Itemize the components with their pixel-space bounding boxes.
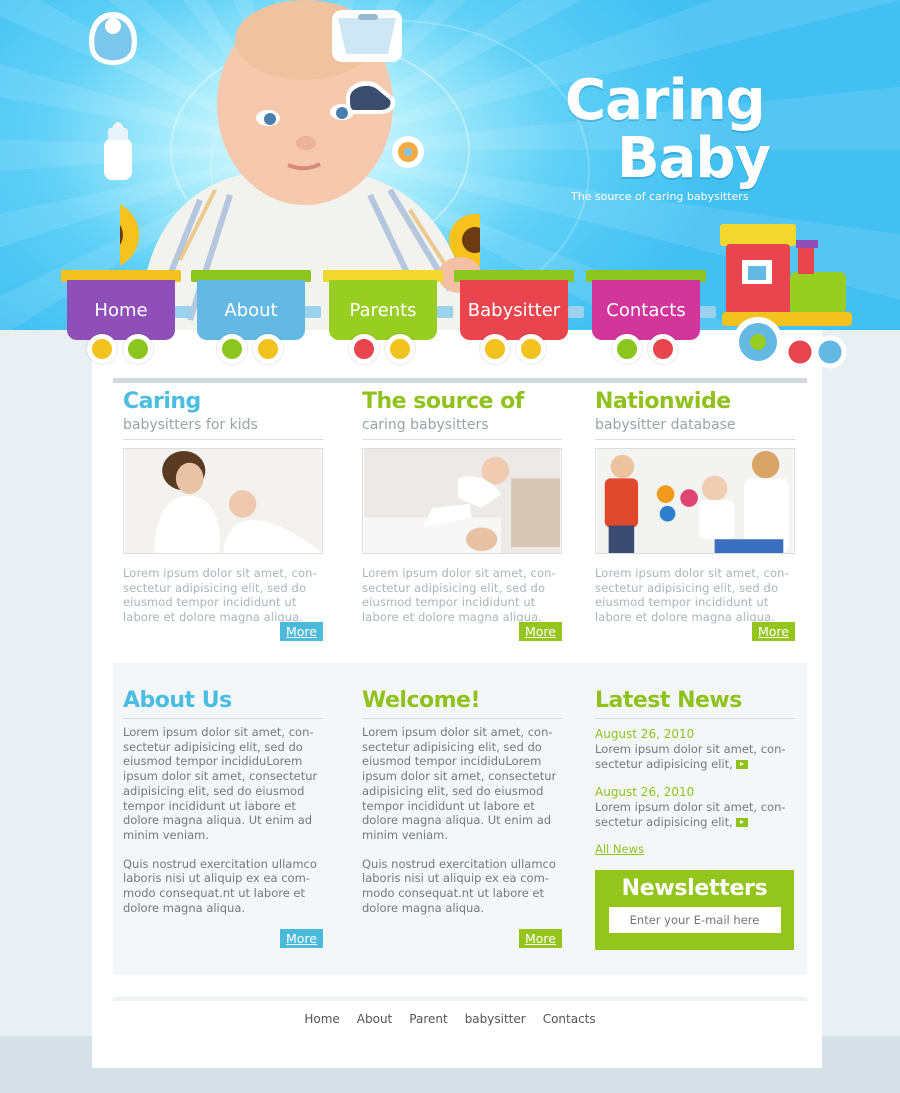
site-logo[interactable]: Caring Baby The source of caring babysit… (565, 68, 805, 204)
welcome-paragraph-1: Lorem ipsum dolor sit amet, con-sectetur… (362, 725, 557, 842)
feature-title: Nationwide (595, 389, 731, 414)
about-column: About Us Lorem ipsum dolor sit amet, con… (123, 688, 323, 953)
wheel (349, 334, 379, 364)
main-nav: Home About Parents Babysitter Contacts (0, 220, 900, 370)
arrow-right-icon[interactable] (735, 818, 748, 828)
train-coupler (175, 306, 191, 318)
wheel (385, 334, 415, 364)
feature-text: Lorem ipsum dolor sit amet, con-sectetur… (123, 566, 317, 625)
nav-label: Parents (329, 280, 437, 340)
feature-subtitle: babysitter database (595, 415, 795, 440)
newsletter-box: Newsletters (595, 870, 794, 950)
arrow-right-icon[interactable] (735, 759, 748, 769)
pacifier-icon (392, 136, 424, 168)
footer-link-babysitter[interactable]: babysitter (465, 1012, 526, 1026)
father-baby-photo (362, 448, 562, 554)
nav-label: Home (67, 280, 175, 340)
news-title: Latest News (595, 688, 795, 719)
newsletter-title: Newsletters (621, 876, 768, 901)
wheel (123, 334, 153, 364)
about-title: About Us (123, 688, 323, 719)
more-button[interactable]: More (519, 622, 562, 641)
logo-tagline: The source of caring babysitters (571, 190, 749, 203)
train-coupler (700, 306, 716, 318)
baby-bottle-icon (104, 122, 132, 180)
email-input[interactable] (608, 907, 781, 933)
content-divider (113, 378, 807, 383)
news-item-text: Lorem ipsum dolor sit amet, con-sectetur… (595, 800, 795, 829)
wheel (516, 334, 546, 364)
feature-text: Lorem ipsum dolor sit amet, con-sectetur… (595, 566, 789, 625)
baby-shoe-icon (346, 81, 396, 114)
feature-column-2: The source of caring babysitters Lorem i… (362, 389, 562, 649)
about-paragraph-2: Quis nostrud exercitation ullamco labori… (123, 856, 317, 915)
more-button[interactable]: More (752, 622, 795, 641)
all-news-link[interactable]: All News (595, 842, 644, 856)
welcome-column: Welcome! Lorem ipsum dolor sit amet, con… (362, 688, 562, 953)
news-column: Latest News August 26, 2010 Lorem ipsum … (595, 688, 795, 857)
nav-label: Babysitter (460, 280, 568, 340)
train-coupler (305, 306, 321, 318)
footer-link-about[interactable]: About (357, 1012, 392, 1026)
feature-subtitle: babysitters for kids (123, 415, 323, 440)
footer-divider (113, 997, 807, 1001)
wheel (253, 334, 283, 364)
more-button[interactable]: More (280, 622, 323, 641)
about-paragraph-1: Lorem ipsum dolor sit amet, con-sectetur… (123, 725, 318, 842)
nav-label: About (197, 280, 305, 340)
train-coupler (568, 306, 584, 318)
wheel (87, 334, 117, 364)
diaper-icon (332, 10, 402, 62)
feature-title: Caring (123, 389, 201, 414)
welcome-paragraph-2: Quis nostrud exercitation ullamco labori… (362, 856, 556, 915)
news-item-text: Lorem ipsum dolor sit amet, con-sectetur… (595, 742, 795, 771)
wheel (480, 334, 510, 364)
footer-link-contacts[interactable]: Contacts (543, 1012, 596, 1026)
train-coupler (437, 306, 453, 318)
feature-text: Lorem ipsum dolor sit amet, con-sectetur… (362, 566, 556, 625)
news-text: Lorem ipsum dolor sit amet, con-sectetur… (595, 742, 786, 771)
logo-line-2: Baby (617, 126, 771, 191)
nav-label: Contacts (592, 280, 700, 340)
logo-line-1: Caring (565, 68, 766, 133)
footer-nav: Home About Parent babysitter Contacts (300, 1012, 600, 1026)
kids-playing-photo (595, 448, 795, 554)
feature-column-1: Caring babysitters for kids Lorem ipsum … (123, 389, 323, 649)
feature-column-3: Nationwide babysitter database Lorem ips… (595, 389, 795, 649)
mother-baby-photo (123, 448, 323, 554)
wheel (217, 334, 247, 364)
feature-subtitle: caring babysitters (362, 415, 562, 440)
more-button[interactable]: More (519, 929, 562, 948)
footer-link-parent[interactable]: Parent (409, 1012, 447, 1026)
feature-title: The source of (362, 389, 524, 414)
welcome-title: Welcome! (362, 688, 562, 719)
wheel (612, 334, 642, 364)
train-engine-icon (720, 224, 852, 369)
footer-link-home[interactable]: Home (304, 1012, 339, 1026)
news-date: August 26, 2010 (595, 727, 695, 741)
bib-icon (88, 12, 138, 65)
more-button[interactable]: More (280, 929, 323, 948)
wheel (648, 334, 678, 364)
news-date: August 26, 2010 (595, 785, 695, 800)
news-text: Lorem ipsum dolor sit amet, con-sectetur… (595, 800, 786, 830)
